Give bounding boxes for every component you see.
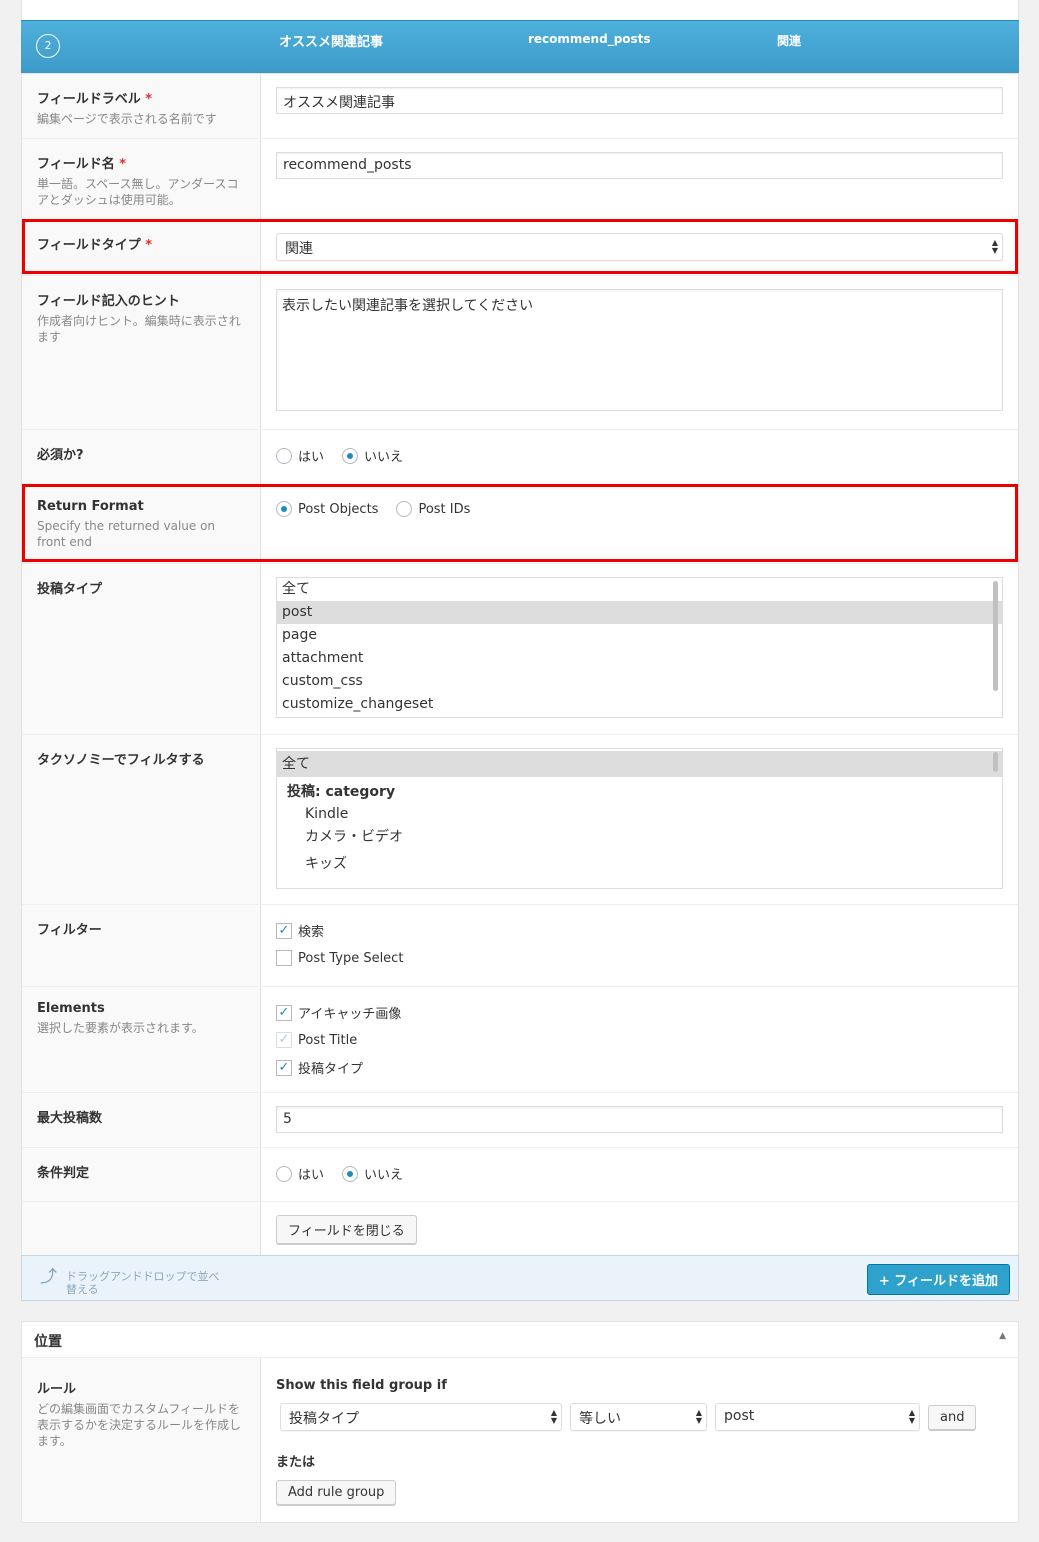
post-objects-radio[interactable]: Post Objects [276,501,378,517]
field-header[interactable]: 2 オススメ関連記事 recommend_posts 関連 [21,20,1019,74]
option[interactable]: attachment [277,647,1002,670]
check-icon: ✓ [276,1004,292,1021]
row-return-format: Return Format Specify the returned value … [22,484,1018,563]
return-format-title: Return Format [37,499,144,514]
hint-textarea[interactable]: 表示したい関連記事を選択してください [276,289,1003,411]
rules-desc: どの編集画面でカスタムフィールドを表示するかを決定するルールを作成します。 [37,1402,242,1448]
show-if-label: Show this field group if [276,1378,447,1393]
scrollbar[interactable] [993,752,998,772]
post-ids-radio[interactable]: Post IDs [396,501,470,517]
row-taxonomy: タクソノミーでフィルタする 全て 投稿: category Kindle カメラ… [22,734,1018,904]
name-title: フィールド名 [37,157,115,172]
hint-desc: 作成者向けヒント。編集時に表示されます [37,314,241,344]
add-field-button[interactable]: + フィールドを追加 [866,1264,1010,1295]
option[interactable]: custom_css [277,670,1002,693]
type-title: フィールドタイプ [37,238,141,253]
option[interactable]: キッズ [277,849,1002,872]
and-button[interactable]: and [928,1404,977,1430]
required-title: 必須か? [37,448,84,463]
close-field-button[interactable]: フィールドを閉じる [276,1215,417,1244]
row-max: 最大投稿数 5 [22,1092,1018,1147]
elements-title: Elements [37,1001,105,1016]
header-type: 関連 [777,34,802,48]
filter-title: フィルター [37,923,102,938]
row-field-name: フィールド名 * 単一語。スペース無し。アンダースコアとダッシュは使用可能。 re… [22,138,1018,219]
or-label: または [276,1455,316,1470]
conditional-title: 条件判定 [37,1166,90,1181]
row-required: 必須か? はい いいえ [22,429,1018,484]
taxonomy-title: タクソノミーでフィルタする [37,753,205,768]
row-conditional: 条件判定 はい いいえ [22,1147,1018,1201]
option[interactable]: Kindle [277,803,1002,826]
hint-title: フィールド記入のヒント [37,294,180,309]
required-no-radio[interactable]: いいえ [342,446,403,465]
fields-footer: ⤴ ドラッグアンドドロップで並べ替える + フィールドを追加 [21,1255,1019,1301]
check-icon: ✓ [276,922,292,939]
conditional-yes-radio[interactable]: はい [276,1164,324,1183]
taxonomy-listbox[interactable]: 全て 投稿: category Kindle カメラ・ビデオ キッズ [276,748,1003,889]
rule-value-select[interactable]: post ▲ ▼ [715,1403,920,1431]
elements-desc: 選択した要素が表示されます。 [37,1021,204,1035]
check-icon: ✓ [276,1032,292,1048]
post-title-checkbox: ✓ Post Title [276,1032,1003,1048]
post-type-title: 投稿タイプ [37,582,103,597]
row-field-label: フィールドラベル * 編集ページで表示される名前です オススメ関連記事 [22,74,1018,138]
check-icon: ✓ [276,1059,292,1076]
optgroup-label: 投稿: category [287,784,396,800]
option[interactable]: カメラ・ビデオ [277,826,1002,849]
header-name: recommend_posts [528,32,651,46]
row-field-type: フィールドタイプ * 関連 ▲ ▼ [22,219,1018,275]
panel-top [21,0,1019,20]
option[interactable]: customize_changeset [277,693,1002,716]
collapse-icon[interactable]: ▲ [999,1331,1006,1341]
field-order-badge: 2 [36,34,60,58]
drag-hint: ドラッグアンドドロップで並べ替える [66,1270,220,1296]
rules-title: ルール [37,1382,77,1397]
drag-arrow-icon: ⤴ [40,1267,57,1287]
scrollbar[interactable] [993,581,998,691]
post-type-checkbox[interactable]: ✓ 投稿タイプ [276,1058,1003,1077]
row-filter: フィルター ✓ 検索 Post Type Select [22,904,1018,986]
required-yes-radio[interactable]: はい [276,446,324,465]
post-type-listbox[interactable]: 全て post page attachment custom_css custo… [276,577,1003,718]
option[interactable]: post [277,601,1002,624]
row-close: フィールドを閉じる [22,1201,1018,1256]
location-panel: 位置 ▲ ルールどの編集画面でカスタムフィールドを表示するかを決定するルールを作成… [21,1321,1019,1523]
field-type-select[interactable]: 関連 ▲ ▼ [276,233,1003,261]
field-type-value: 関連 [285,241,313,257]
option[interactable]: 全て [277,578,1002,601]
post-type-select-checkbox[interactable]: Post Type Select [276,950,1003,966]
location-title: 位置 [34,1334,62,1350]
row-post-type: 投稿タイプ 全て post page attachment custom_css… [22,563,1018,734]
field-name-input[interactable]: recommend_posts [276,152,1003,179]
max-posts-input[interactable]: 5 [276,1106,1003,1133]
header-label[interactable]: オススメ関連記事 [279,31,383,50]
option[interactable]: 全て [277,751,1002,777]
field-settings: フィールドラベル * 編集ページで表示される名前です オススメ関連記事 フィールド… [21,73,1019,1257]
option[interactable]: page [277,624,1002,647]
row-elements: Elements 選択した要素が表示されます。 ✓ アイキャッチ画像 ✓ Post T… [22,986,1018,1092]
field-label-input[interactable]: オススメ関連記事 [276,87,1003,114]
select-arrows-icon: ▲ ▼ [991,238,998,255]
featured-image-checkbox[interactable]: ✓ アイキャッチ画像 [276,1003,1003,1022]
max-title: 最大投稿数 [37,1111,103,1126]
label-desc: 編集ページで表示される名前です [37,112,217,126]
rule-operator-select[interactable]: 等しい ▲ ▼ [570,1403,707,1431]
rule-param-select[interactable]: 投稿タイプ ▲ ▼ [280,1403,562,1431]
label-title: フィールドラベル [37,92,141,107]
return-format-desc: Specify the returned value on front end [37,519,216,549]
row-hint: フィールド記入のヒント作成者向けヒント。編集時に表示されます 表示したい関連記事… [22,275,1018,429]
add-rule-group-button[interactable]: Add rule group [276,1480,397,1505]
conditional-no-radio[interactable]: いいえ [342,1164,403,1183]
search-checkbox[interactable]: ✓ 検索 [276,921,1003,940]
name-desc: 単一語。スペース無し。アンダースコアとダッシュは使用可能。 [37,177,239,207]
